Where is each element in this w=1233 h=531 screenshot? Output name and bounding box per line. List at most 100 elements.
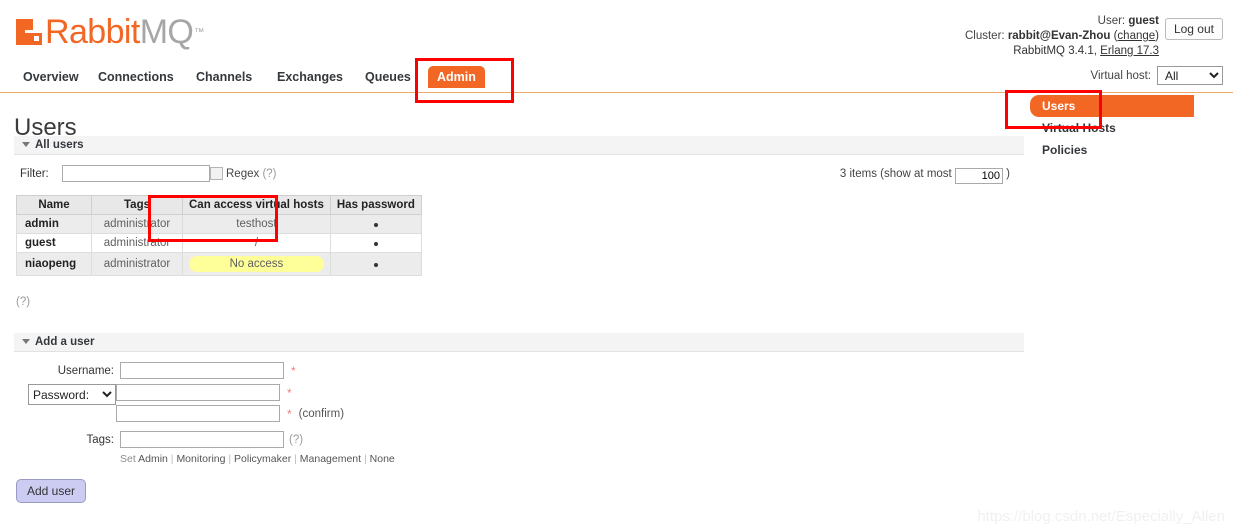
user-name: guest: [1128, 15, 1159, 27]
items-count-suffix: ): [1006, 168, 1010, 180]
sidebar-item-users[interactable]: Users: [1030, 95, 1194, 117]
cell-has-password: [329, 252, 422, 276]
items-max-input[interactable]: [954, 168, 1003, 184]
nav-tab-overview[interactable]: Overview: [14, 66, 88, 88]
regex-label: Regex (?): [226, 168, 277, 180]
tags-input[interactable]: [120, 431, 284, 448]
cell-user-name[interactable]: niaopeng: [16, 252, 92, 276]
sidebar-item-policies[interactable]: Policies: [1030, 139, 1194, 161]
required-asterisk: *: [287, 406, 292, 421]
password-type-select[interactable]: Password:: [28, 384, 116, 405]
tags-help-link[interactable]: (?): [289, 434, 303, 446]
username-input[interactable]: [120, 362, 284, 379]
no-access-badge: No access: [189, 256, 324, 272]
filter-input[interactable]: [62, 165, 210, 182]
watermark: https://blog.csdn.net/Especially_Allen: [977, 508, 1225, 525]
nav-tab-connections[interactable]: Connections: [89, 66, 183, 88]
add-user-section-label: Add a user: [35, 336, 95, 348]
column-header-tags[interactable]: Tags: [91, 195, 183, 215]
users-table-help-link[interactable]: (?): [16, 296, 30, 308]
nav-tab-queues[interactable]: Queues: [356, 66, 420, 88]
top-bar: Rabbit MQ ™ User: guest Cluster: rabbit@Ev…: [0, 0, 1233, 60]
has-password-dot-icon: [373, 242, 378, 246]
virtual-host-select[interactable]: All: [1157, 66, 1223, 85]
session-info: User: guest Cluster: rabbit@Evan-Zhou (c…: [965, 14, 1159, 59]
required-asterisk: *: [287, 385, 292, 400]
nav-tab-admin[interactable]: Admin: [428, 66, 485, 88]
column-header-has-password[interactable]: Has password: [329, 195, 422, 215]
tag-presets: Set Admin | Monitoring | Policymaker | M…: [120, 453, 395, 465]
cell-user-vhosts: No access: [182, 252, 331, 276]
rabbitmq-logo[interactable]: Rabbit MQ ™: [16, 14, 204, 50]
tags-label: Tags:: [86, 433, 115, 446]
cell-user-name[interactable]: guest: [16, 233, 92, 253]
rabbitmq-logo-icon: [16, 19, 42, 45]
regex-text: Regex: [226, 168, 260, 180]
regex-help-link[interactable]: (?): [262, 168, 276, 180]
tag-preset-policymaker[interactable]: Policymaker: [234, 453, 291, 465]
nav-tab-exchanges[interactable]: Exchanges: [268, 66, 352, 88]
virtual-host-picker: Virtual host: All: [1090, 66, 1223, 85]
username-row: Username: *: [14, 362, 574, 379]
erlang-version-link[interactable]: Erlang 17.3: [1100, 45, 1159, 57]
user-label: User:: [1097, 15, 1126, 27]
logo-trademark-icon: ™: [194, 26, 205, 38]
table-row[interactable]: admin administrator testhost: [16, 214, 422, 234]
rabbitmq-version: RabbitMQ 3.4.1,: [1013, 45, 1097, 57]
nav-tab-channels[interactable]: Channels: [187, 66, 261, 88]
virtual-host-label: Virtual host:: [1090, 69, 1151, 82]
main-navigation: Overview Connections Channels Exchanges …: [0, 62, 1233, 93]
admin-sidebar: Users Virtual Hosts Policies: [1030, 95, 1194, 161]
user-line: User: guest: [965, 14, 1159, 29]
logo-text-rabbit: Rabbit: [45, 13, 140, 51]
password-confirm-note: (confirm): [298, 407, 345, 420]
has-password-dot-icon: [373, 223, 378, 227]
has-password-dot-icon: [373, 263, 378, 267]
required-asterisk: *: [291, 363, 296, 378]
cell-user-tags: administrator: [91, 252, 183, 276]
password-input[interactable]: [116, 384, 280, 401]
cell-user-vhosts: /: [182, 233, 331, 253]
version-line: RabbitMQ 3.4.1, Erlang 17.3: [965, 44, 1159, 59]
collapse-triangle-icon: [22, 142, 30, 147]
add-user-button[interactable]: Add user: [16, 479, 87, 503]
cell-user-tags: administrator: [91, 233, 183, 253]
tag-preset-admin[interactable]: Admin: [138, 453, 168, 465]
table-row[interactable]: niaopeng administrator No access: [16, 252, 422, 276]
tag-preset-monitoring[interactable]: Monitoring: [176, 453, 225, 465]
table-row[interactable]: guest administrator /: [16, 233, 422, 253]
cell-user-tags: administrator: [91, 214, 183, 234]
cluster-change-link[interactable]: change: [1117, 30, 1155, 42]
items-count: 3 items (show at most ): [840, 168, 1010, 184]
column-header-vhosts[interactable]: Can access virtual hosts: [182, 195, 331, 215]
log-out-button[interactable]: Log out: [1164, 18, 1223, 40]
username-label: Username:: [57, 364, 114, 377]
column-header-name[interactable]: Name: [16, 195, 92, 215]
cluster-label: Cluster:: [964, 30, 1005, 42]
password-fields: * * (confirm): [116, 384, 344, 426]
add-user-section-header[interactable]: Add a user: [14, 333, 1024, 352]
cell-has-password: [329, 214, 422, 234]
all-users-section-label: All users: [35, 139, 84, 151]
all-users-section-header[interactable]: All users: [14, 136, 1024, 155]
password-confirm-line: * (confirm): [116, 405, 344, 422]
cell-has-password: [329, 233, 422, 253]
cluster-line: Cluster: rabbit@Evan-Zhou (change): [964, 30, 1159, 42]
regex-checkbox[interactable]: [210, 167, 223, 180]
sidebar-item-virtual-hosts[interactable]: Virtual Hosts: [1030, 117, 1194, 139]
cluster-name: rabbit@Evan-Zhou: [1007, 30, 1111, 42]
table-header-row: Name Tags Can access virtual hosts Has p…: [16, 195, 422, 215]
password-row: Password: * * (confirm): [14, 384, 574, 426]
tag-preset-none[interactable]: None: [370, 453, 395, 465]
logo-text-mq: MQ: [139, 13, 194, 51]
tag-presets-prefix: Set: [120, 453, 136, 465]
cell-user-name[interactable]: admin: [16, 214, 92, 234]
tag-preset-management[interactable]: Management: [300, 453, 361, 465]
items-count-prefix: 3 items (show at most: [839, 168, 952, 180]
password-line: *: [116, 384, 344, 401]
filter-label: Filter:: [20, 168, 49, 180]
collapse-triangle-icon: [22, 339, 30, 344]
users-table: Name Tags Can access virtual hosts Has p…: [16, 195, 422, 276]
password-confirm-input[interactable]: [116, 405, 280, 422]
add-user-form: Username: * Password: * * (confirm) Tags…: [14, 362, 574, 465]
